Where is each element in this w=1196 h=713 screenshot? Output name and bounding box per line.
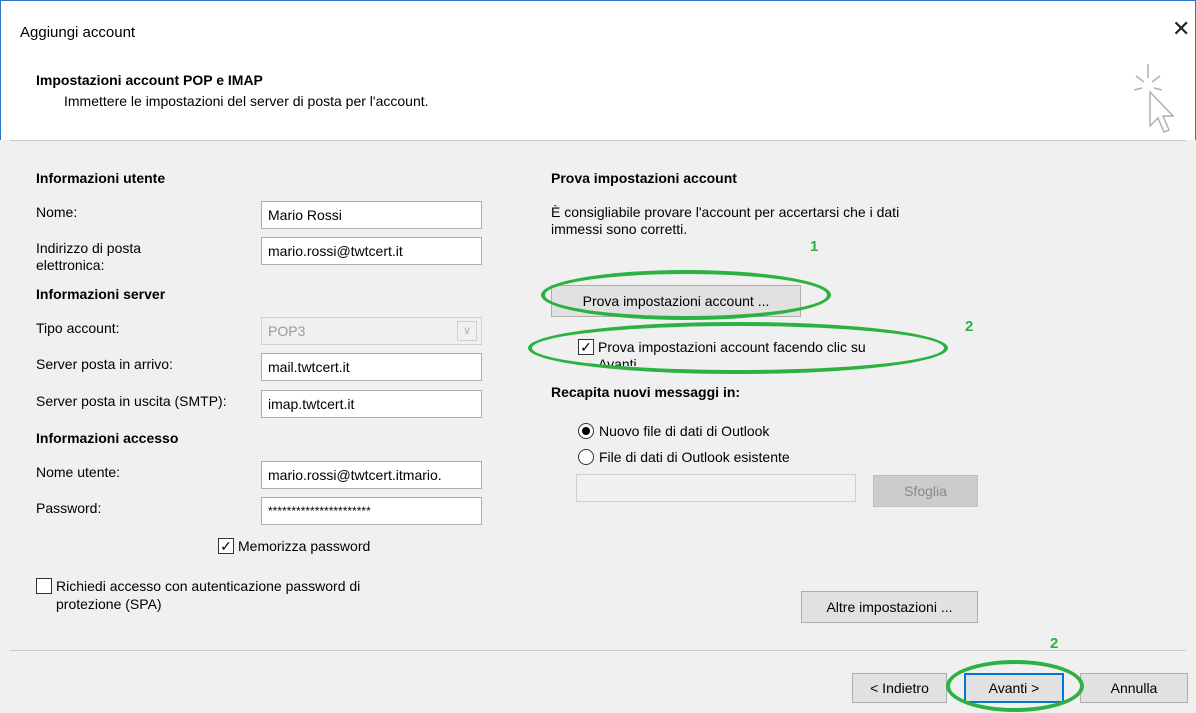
test-description-line1: È consigliabile provare l'account per ac…: [551, 204, 900, 220]
next-button[interactable]: Avanti >: [964, 673, 1064, 703]
username-field[interactable]: mario.rossi@twtcert.itmario.: [261, 461, 482, 489]
account-type-value: POP3: [268, 323, 306, 339]
section-server-info: Informazioni server: [36, 286, 166, 302]
header-band: [0, 0, 1196, 140]
outgoing-server-field[interactable]: imap.twtcert.it: [261, 390, 482, 418]
spa-label-line2: protezione (SPA): [56, 596, 162, 612]
cancel-button[interactable]: Annulla: [1080, 673, 1188, 703]
radio-existing-data-file[interactable]: [578, 449, 594, 465]
annotation-number-1: 1: [810, 238, 819, 255]
email-field[interactable]: mario.rossi@twtcert.it: [261, 237, 482, 265]
window-title: Aggiungi account: [20, 24, 136, 41]
wizard-cursor-icon: [1133, 64, 1175, 133]
footer-separator: [10, 650, 1186, 651]
data-file-path-field[interactable]: [576, 474, 856, 502]
incoming-server-field[interactable]: mail.twtcert.it: [261, 353, 482, 381]
password-label: Password:: [36, 500, 102, 516]
spa-label-line1: Richiedi accesso con autenticazione pass…: [56, 578, 361, 594]
username-label: Nome utente:: [36, 464, 121, 480]
password-field[interactable]: **********************: [261, 497, 482, 525]
email-label-line2: elettronica:: [36, 257, 105, 273]
spa-checkbox[interactable]: [36, 578, 52, 594]
browse-button[interactable]: Sfoglia: [873, 475, 978, 507]
email-label-line1: Indirizzo di posta: [36, 240, 142, 256]
chevron-down-icon[interactable]: ∨: [457, 321, 477, 341]
remember-password-label: Memorizza password: [238, 538, 371, 554]
auto-test-checkbox[interactable]: ✓: [578, 339, 594, 355]
header-separator: [10, 140, 1186, 141]
account-type-select[interactable]: POP3 ∨: [261, 317, 482, 345]
auto-test-label-line2: Avanti: [598, 356, 637, 366]
account-type-label: Tipo account:: [36, 320, 120, 336]
incoming-server-label: Server posta in arrivo:: [36, 356, 173, 372]
annotation-number-2-next: 2: [1050, 635, 1059, 652]
page-heading: Impostazioni account POP e IMAP: [36, 72, 263, 88]
name-field[interactable]: Mario Rossi: [261, 201, 482, 229]
radio-selected-dot: [582, 427, 590, 435]
section-login-info: Informazioni accesso: [36, 430, 179, 446]
close-icon[interactable]: ✕: [1172, 18, 1190, 40]
radio-new-data-file[interactable]: [578, 423, 594, 439]
section-test-settings: Prova impostazioni account: [551, 170, 737, 186]
new-data-file-label: Nuovo file di dati di Outlook: [599, 423, 770, 439]
test-account-settings-button[interactable]: Prova impostazioni account ...: [551, 285, 801, 317]
section-deliver: Recapita nuovi messaggi in:: [551, 384, 741, 400]
annotation-number-2-checkbox: 2: [965, 318, 974, 335]
remember-password-checkbox[interactable]: ✓: [218, 538, 234, 554]
test-description-line2: immessi sono corretti.: [551, 221, 688, 237]
auto-test-label-line1: Prova impostazioni account facendo clic …: [598, 339, 866, 355]
more-settings-button[interactable]: Altre impostazioni ...: [801, 591, 978, 623]
back-button[interactable]: < Indietro: [852, 673, 947, 703]
name-label: Nome:: [36, 204, 78, 220]
section-user-info: Informazioni utente: [36, 170, 166, 186]
outgoing-server-label: Server posta in uscita (SMTP):: [36, 393, 227, 409]
page-subheading: Immettere le impostazioni del server di …: [64, 93, 429, 109]
existing-data-file-label: File di dati di Outlook esistente: [599, 449, 790, 465]
